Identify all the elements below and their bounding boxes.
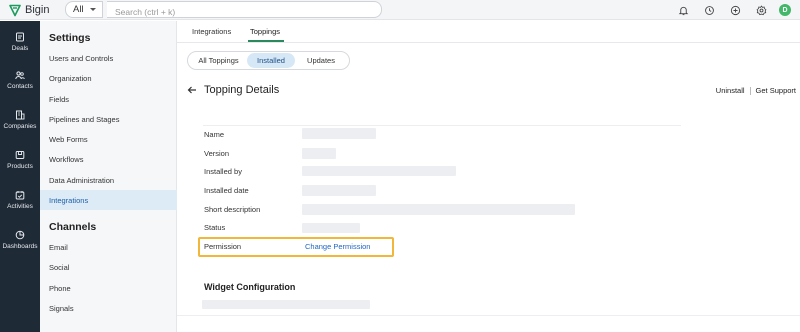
sub-tabs: Integrations Toppings — [177, 21, 800, 43]
rail-label: Deals — [11, 45, 29, 52]
settings-item-email[interactable]: Email — [40, 237, 177, 257]
rail-item-activities[interactable]: Activities — [0, 190, 40, 210]
settings-panel: Settings Users and Controls Organization… — [40, 21, 177, 332]
settings-item-signals[interactable]: Signals — [40, 298, 177, 318]
settings-item-web-forms[interactable]: Web Forms — [40, 129, 177, 149]
settings-item-workflows[interactable]: Workflows — [40, 149, 177, 169]
main-content: Integrations Toppings All Toppings Insta… — [177, 21, 800, 332]
back-arrow-icon[interactable] — [187, 85, 197, 95]
brand[interactable]: Bigin — [9, 2, 49, 18]
settings-item-phone[interactable]: Phone — [40, 278, 177, 298]
settings-item-social[interactable]: Social — [40, 257, 177, 277]
module-select[interactable]: All — [65, 1, 103, 18]
topping-filter-segment: All Toppings Installed Updates — [187, 51, 350, 70]
sync-icon[interactable] — [702, 3, 716, 17]
avatar[interactable]: D — [779, 4, 791, 16]
rail-item-contacts[interactable]: Contacts — [0, 70, 40, 90]
settings-item-users-and-controls[interactable]: Users and Controls — [40, 48, 177, 68]
companies-icon — [16, 110, 25, 120]
widget-configuration-title: Widget Configuration — [204, 282, 296, 292]
short-description-value-placeholder — [302, 204, 575, 215]
top-bar: Bigin All D — [0, 0, 800, 20]
products-icon — [15, 151, 25, 159]
rail-item-products[interactable]: Products — [0, 150, 40, 170]
uninstall-link[interactable]: Uninstall — [716, 86, 745, 95]
settings-item-integrations[interactable]: Integrations — [40, 190, 177, 210]
get-support-link[interactable]: Get Support — [756, 86, 796, 95]
tab-toppings[interactable]: Toppings — [250, 27, 280, 36]
search-box[interactable] — [107, 1, 382, 20]
divider — [177, 315, 800, 316]
bigin-logo-icon — [9, 4, 21, 16]
installed-date-value-placeholder — [302, 185, 376, 196]
segment-all-toppings[interactable]: All Toppings — [190, 53, 247, 68]
field-label-short-description: Short description — [204, 205, 261, 214]
field-label-version: Version — [204, 149, 230, 158]
deals-icon — [16, 32, 24, 42]
segment-updates[interactable]: Updates — [295, 53, 347, 68]
settings-item-fields[interactable]: Fields — [40, 89, 177, 109]
detail-actions: Uninstall Get Support — [716, 86, 796, 95]
field-label-installed-date: Installed date — [204, 186, 249, 195]
contacts-icon — [15, 71, 25, 80]
gear-icon[interactable] — [754, 3, 768, 17]
rail-label: Products — [7, 163, 33, 170]
rail-label: Dashboards — [2, 243, 38, 250]
bell-icon[interactable] — [676, 3, 690, 17]
field-label-permission: Permission — [204, 242, 242, 251]
plus-circle-icon[interactable] — [728, 3, 742, 17]
dashboards-icon — [15, 230, 25, 240]
active-tab-indicator — [248, 40, 284, 42]
change-permission-link[interactable]: Change Permission — [305, 242, 370, 251]
brand-name: Bigin — [25, 4, 50, 16]
rail-label: Contacts — [7, 83, 33, 90]
rail-item-companies[interactable]: Companies — [0, 110, 40, 130]
rail-item-deals[interactable]: Deals — [0, 32, 40, 52]
activities-icon — [15, 191, 25, 200]
widget-config-value-placeholder — [202, 300, 370, 309]
name-value-placeholder — [302, 128, 376, 139]
segment-installed[interactable]: Installed — [247, 53, 295, 68]
chevron-down-icon — [89, 8, 96, 11]
settings-item-data-administration[interactable]: Data Administration — [40, 170, 177, 190]
installed-by-value-placeholder — [302, 166, 456, 176]
divider — [203, 125, 681, 126]
divider — [749, 86, 751, 95]
channels-title: Channels — [49, 221, 97, 233]
field-label-name: Name — [204, 130, 225, 139]
module-select-value: All — [73, 4, 84, 15]
rail-label: Companies — [3, 123, 37, 130]
top-icons — [676, 3, 768, 17]
field-label-status: Status — [204, 223, 226, 232]
settings-item-pipelines-and-stages[interactable]: Pipelines and Stages — [40, 109, 177, 129]
left-rail: Deals Contacts Companies Products Activi… — [0, 21, 40, 332]
field-label-installed-by: Installed by — [204, 167, 242, 176]
search-input[interactable] — [107, 4, 381, 20]
status-value-placeholder — [302, 223, 360, 233]
settings-item-organization[interactable]: Organization — [40, 68, 177, 88]
rail-label: Activities — [7, 203, 33, 210]
rail-item-dashboards[interactable]: Dashboards — [0, 230, 40, 250]
version-value-placeholder — [302, 148, 336, 159]
settings-title: Settings — [49, 32, 91, 44]
tab-integrations[interactable]: Integrations — [192, 27, 231, 36]
page-title: Topping Details — [204, 84, 280, 96]
